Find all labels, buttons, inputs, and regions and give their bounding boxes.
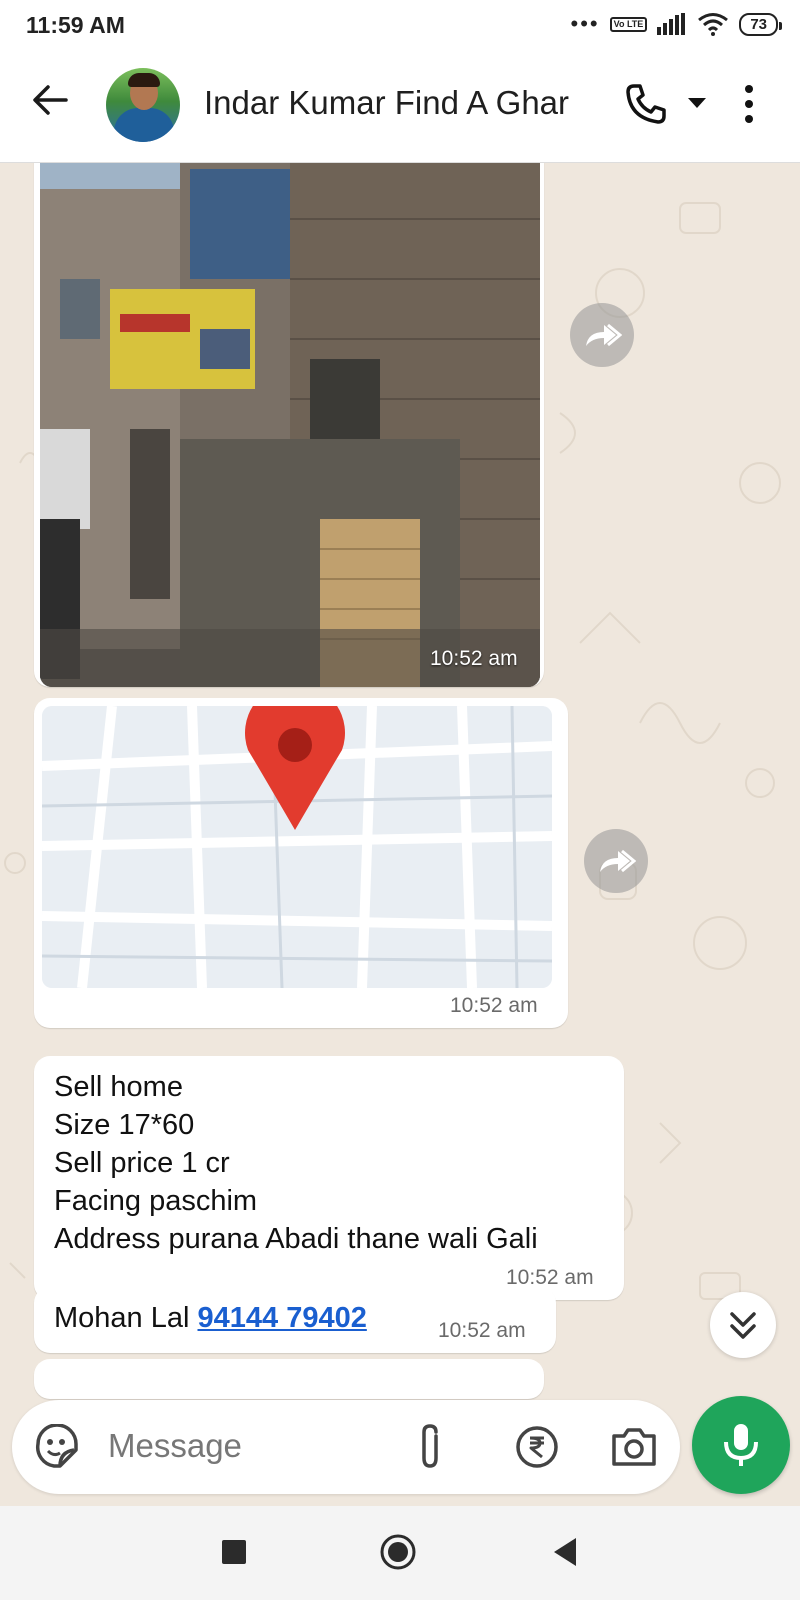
status-icons: ••• Vo LTE 73 — [570, 11, 782, 36]
forward-icon — [586, 323, 622, 347]
image-message-bubble[interactable]: 10:52 am — [34, 163, 544, 687]
contact-name[interactable]: Indar Kumar Find A Ghar — [204, 84, 569, 122]
house-photo-illustration — [40, 163, 540, 687]
message-text: Sell home Size 17*60 Sell price 1 cr Fac… — [54, 1068, 538, 1258]
sticker-icon[interactable] — [34, 1424, 80, 1470]
message-line: Size 17*60 — [54, 1109, 195, 1141]
dropdown-caret-icon[interactable] — [688, 98, 706, 108]
avatar[interactable] — [106, 68, 180, 142]
nav-home-icon[interactable] — [380, 1534, 416, 1570]
contact-name-text: Mohan Lal — [54, 1302, 198, 1334]
notification-dots: ••• — [570, 11, 600, 36]
signal-icon — [657, 13, 686, 35]
message-time: 10:52 am — [430, 647, 518, 670]
paperclip-icon[interactable] — [410, 1422, 450, 1472]
forward-button[interactable] — [570, 303, 634, 367]
camera-icon[interactable] — [610, 1424, 658, 1470]
rupee-icon[interactable] — [514, 1424, 560, 1470]
wifi-icon — [698, 13, 729, 36]
nav-back-icon[interactable] — [550, 1536, 580, 1568]
next-message-bubble[interactable] — [34, 1359, 544, 1399]
message-line: Address purana Abadi thane wali Gali — [54, 1223, 538, 1255]
message-line: Sell home — [54, 1071, 183, 1103]
message-time: 10:52 am — [438, 1319, 526, 1342]
chat-area[interactable]: 10:52 am 10:52 am Sell home Size 17*60 S… — [0, 163, 800, 1513]
system-nav-bar — [0, 1506, 800, 1600]
more-vert-icon[interactable] — [744, 84, 754, 124]
contact-message-bubble[interactable]: Mohan Lal 94144 79402 10:52 am — [34, 1287, 556, 1353]
mic-button[interactable] — [692, 1396, 790, 1494]
status-time: 11:59 AM — [26, 12, 125, 38]
message-text: Mohan Lal 94144 79402 — [54, 1299, 367, 1337]
mic-icon — [724, 1424, 758, 1466]
volte-icon: Vo LTE — [609, 16, 648, 32]
battery-indicator: 73 — [739, 12, 782, 36]
location-message-bubble[interactable]: 10:52 am — [34, 698, 568, 1028]
status-bar: 11:59 AM ••• Vo LTE 73 — [0, 0, 800, 50]
phone-icon[interactable] — [624, 82, 668, 126]
phone-number-link[interactable]: 94144 79402 — [198, 1302, 367, 1334]
forward-icon — [600, 849, 636, 873]
text-message-bubble[interactable]: Sell home Size 17*60 Sell price 1 cr Fac… — [34, 1056, 624, 1300]
message-input[interactable]: Message — [108, 1427, 242, 1465]
back-arrow-icon[interactable] — [30, 80, 70, 120]
chevrons-down-icon — [730, 1312, 756, 1339]
map-preview[interactable] — [42, 706, 552, 988]
message-time: 10:52 am — [450, 994, 538, 1017]
scroll-to-bottom-button[interactable] — [710, 1292, 776, 1358]
message-input-bar: Message — [12, 1400, 680, 1494]
message-line: Facing paschim — [54, 1185, 258, 1217]
nav-square-icon[interactable] — [222, 1540, 246, 1564]
map-pin-icon — [245, 706, 345, 830]
house-photo[interactable] — [40, 163, 540, 687]
forward-button[interactable] — [584, 829, 648, 893]
chat-header: Indar Kumar Find A Ghar — [0, 50, 800, 163]
message-line: Sell price 1 cr — [54, 1147, 230, 1179]
